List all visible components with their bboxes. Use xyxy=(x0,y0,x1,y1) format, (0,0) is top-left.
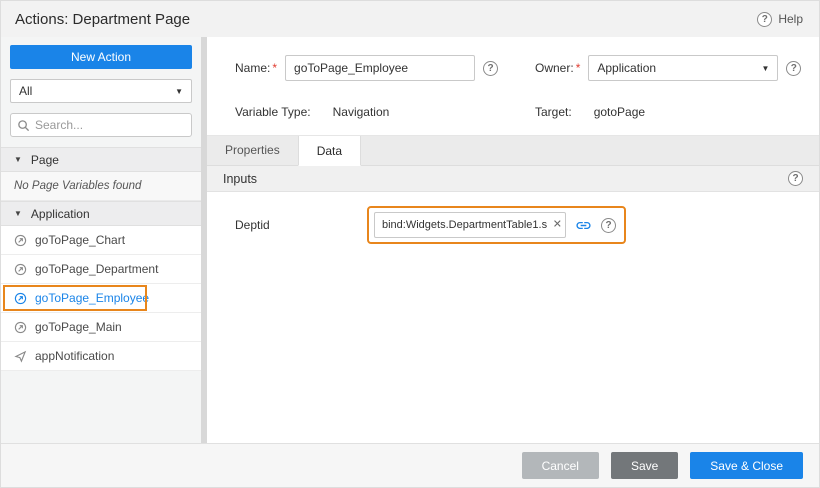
actions-sidebar: New Action All ▼ ▼ Page No Page Variable… xyxy=(1,37,201,443)
cancel-button[interactable]: Cancel xyxy=(522,452,599,479)
inputs-section-header: Inputs ? xyxy=(207,166,819,192)
name-input[interactable] xyxy=(285,55,475,81)
help-icon[interactable]: ? xyxy=(788,171,803,186)
inputs-section-title: Inputs xyxy=(223,172,257,186)
navigation-action-icon xyxy=(14,321,27,334)
chevron-down-icon: ▼ xyxy=(761,64,769,73)
search-input[interactable] xyxy=(35,118,185,132)
sidebar-item-label: goToPage_Chart xyxy=(35,233,125,247)
tree-group-application[interactable]: ▼ Application xyxy=(1,201,201,226)
sidebar-item-gotopage-employee[interactable]: goToPage_Employee xyxy=(1,284,201,313)
collapse-triangle-icon: ▼ xyxy=(14,155,22,164)
required-asterisk: * xyxy=(272,61,277,75)
search-icon xyxy=(17,119,30,132)
variable-type-group: Variable Type: Navigation xyxy=(235,105,535,119)
owner-field-group: Owner:* Application ▼ ? xyxy=(535,55,803,81)
save-button[interactable]: Save xyxy=(611,452,678,479)
sidebar-item-label: goToPage_Department xyxy=(35,262,158,276)
owner-select-value: Application xyxy=(597,61,656,75)
navigation-action-icon xyxy=(14,234,27,247)
dialog-header: Actions: Department Page ? Help xyxy=(1,1,819,37)
target-label: Target: xyxy=(535,105,572,119)
tab-data[interactable]: Data xyxy=(298,136,361,166)
target-group: Target: gotoPage xyxy=(535,105,803,119)
input-param-row: Deptid ✕ ? xyxy=(235,206,626,244)
name-label: Name:* xyxy=(235,61,277,75)
tree-group-page[interactable]: ▼ Page xyxy=(1,147,201,172)
search-box[interactable] xyxy=(10,113,192,137)
owner-label: Owner:* xyxy=(535,61,580,75)
form-row-2: Variable Type: Navigation Target: gotoPa… xyxy=(235,105,803,119)
bind-highlight-box: ✕ ? xyxy=(367,206,626,244)
variable-type-label: Variable Type: xyxy=(235,105,311,119)
sidebar-item-appnotification[interactable]: appNotification xyxy=(1,342,201,371)
sidebar-item-label: goToPage_Employee xyxy=(35,291,149,305)
sidebar-item-gotopage-chart[interactable]: goToPage_Chart xyxy=(1,226,201,255)
filter-dropdown[interactable]: All ▼ xyxy=(10,79,192,103)
name-field-group: Name:* ? xyxy=(235,55,535,81)
sidebar-top: New Action xyxy=(1,37,201,73)
chevron-down-icon: ▼ xyxy=(175,87,183,96)
tree-group-page-label: Page xyxy=(31,153,59,167)
dialog-footer: Cancel Save Save & Close xyxy=(1,443,819,487)
actions-dialog: Actions: Department Page ? Help New Acti… xyxy=(0,0,820,488)
new-action-button[interactable]: New Action xyxy=(10,45,192,69)
navigation-action-icon xyxy=(14,292,27,305)
bind-link-icon[interactable] xyxy=(575,217,592,234)
page-title: Actions: Department Page xyxy=(15,11,190,28)
tab-properties[interactable]: Properties xyxy=(207,135,298,165)
variable-type-value: Navigation xyxy=(333,105,390,119)
action-form: Name:* ? Owner:* Application ▼ ? xyxy=(207,37,819,136)
sidebar-item-gotopage-main[interactable]: goToPage_Main xyxy=(1,313,201,342)
filter-dropdown-value: All xyxy=(19,84,32,98)
help-button[interactable]: ? Help xyxy=(757,12,803,27)
help-icon[interactable]: ? xyxy=(483,61,498,76)
deptid-bind-input[interactable] xyxy=(374,212,566,238)
sidebar-item-label: goToPage_Main xyxy=(35,320,122,334)
inputs-section-body: Deptid ✕ ? xyxy=(207,192,819,443)
detail-tabs: Properties Data xyxy=(207,136,819,166)
navigation-action-icon xyxy=(14,263,27,276)
clear-binding-icon[interactable]: ✕ xyxy=(553,220,562,231)
dialog-content: New Action All ▼ ▼ Page No Page Variable… xyxy=(1,37,819,443)
bind-input-wrap: ✕ xyxy=(374,212,566,238)
tree-group-application-label: Application xyxy=(31,207,90,221)
help-icon: ? xyxy=(757,12,772,27)
owner-select[interactable]: Application ▼ xyxy=(588,55,778,81)
deptid-label: Deptid xyxy=(235,218,367,232)
help-label: Help xyxy=(778,12,803,26)
form-row-1: Name:* ? Owner:* Application ▼ ? xyxy=(235,55,803,81)
help-icon[interactable]: ? xyxy=(786,61,801,76)
sidebar-item-label: appNotification xyxy=(35,349,114,363)
collapse-triangle-icon: ▼ xyxy=(14,209,22,218)
required-asterisk: * xyxy=(576,61,581,75)
target-value: gotoPage xyxy=(594,105,645,119)
sidebar-item-gotopage-department[interactable]: goToPage_Department xyxy=(1,255,201,284)
save-and-close-button[interactable]: Save & Close xyxy=(690,452,803,479)
action-detail-panel: Name:* ? Owner:* Application ▼ ? xyxy=(207,37,819,443)
page-empty-message: No Page Variables found xyxy=(1,172,201,201)
notification-action-icon xyxy=(14,350,27,363)
help-icon[interactable]: ? xyxy=(601,218,616,233)
